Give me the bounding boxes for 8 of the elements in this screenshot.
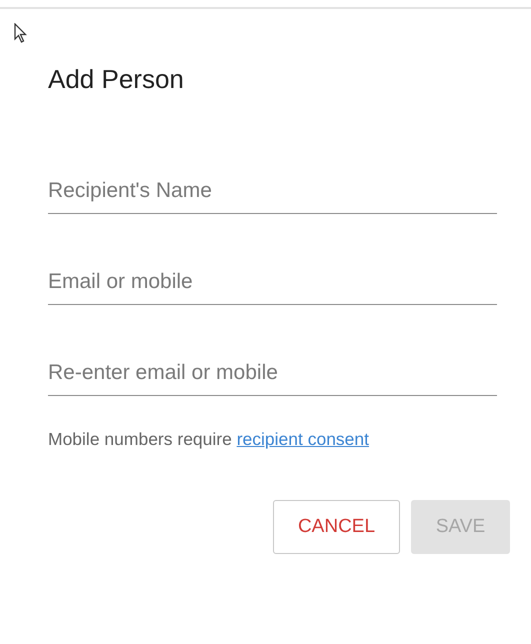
dialog-title: Add Person <box>48 63 185 95</box>
input-field[interactable]: Email or mobile <box>48 264 497 305</box>
cancel-button[interactable]: CANCEL <box>273 500 400 554</box>
mouse-pointer-icon <box>14 23 28 43</box>
input-field[interactable]: Recipient's Name <box>48 173 497 214</box>
consent-note: Mobile numbers require recipient consent <box>48 429 370 450</box>
consent-link[interactable]: recipient consent <box>236 429 370 449</box>
input-field[interactable]: Re-enter email or mobile <box>48 355 497 396</box>
